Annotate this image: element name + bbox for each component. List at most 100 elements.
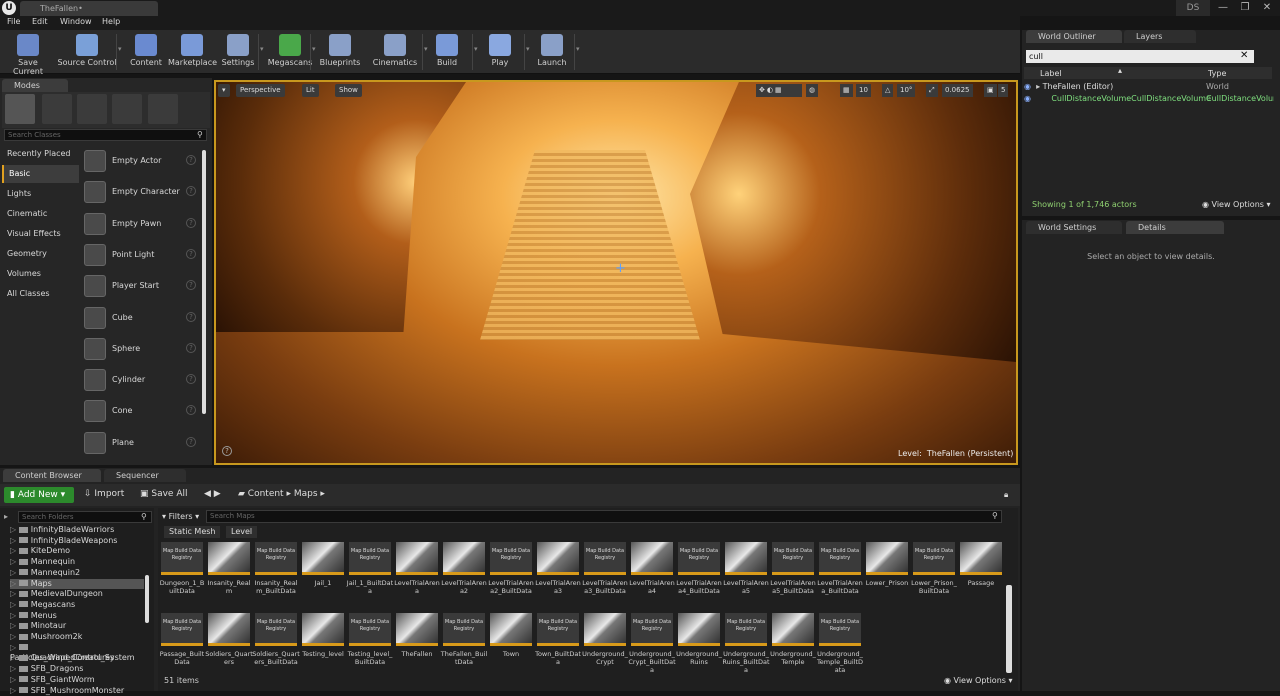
outliner-view-options[interactable]: ◉ View Options ▾	[1202, 200, 1271, 209]
toolbar-dropdown-icon[interactable]: ▾	[116, 34, 122, 70]
toolbar-dropdown-icon[interactable]: ▾	[310, 34, 316, 70]
menu-help[interactable]: Help	[102, 17, 120, 26]
toolbar-marketplace-button[interactable]: Marketplace	[168, 32, 217, 72]
restore-icon[interactable]: ❐	[1234, 0, 1256, 16]
actor-item-empty-actor[interactable]: Empty Actor?	[82, 146, 200, 176]
lit-button[interactable]: Lit	[302, 84, 319, 97]
expand-icon[interactable]: ▷	[10, 557, 19, 566]
history-back-icon[interactable]: ◀ ▶	[204, 489, 221, 499]
filter-pill-level[interactable]: Level	[226, 526, 258, 538]
actor-item-sphere[interactable]: Sphere?	[82, 334, 200, 364]
actor-item-cylinder[interactable]: Cylinder?	[82, 365, 200, 395]
toolbar-dropdown-icon[interactable]: ▾	[472, 34, 478, 70]
outliner-search-input[interactable]: cull	[1026, 50, 1254, 63]
expand-icon[interactable]: ▷	[10, 568, 19, 577]
folder-item[interactable]: ▷ QuadrapedCreatures	[10, 653, 144, 663]
help-icon[interactable]: ?	[186, 374, 196, 385]
tab-content-browser[interactable]: Content Browser	[3, 469, 101, 482]
category-basic[interactable]: Basic	[2, 165, 79, 183]
actor-item-cube[interactable]: Cube?	[82, 303, 200, 333]
tab-layers[interactable]: Layers	[1124, 30, 1196, 43]
asset-tile[interactable]: Soldiers_Quarters	[205, 613, 253, 681]
asset-tile[interactable]: Map Build Data Registry Insanity_Realm_Bu…	[255, 542, 298, 610]
menu-file[interactable]: File	[7, 17, 20, 26]
toolbar-blueprints-button[interactable]: Blueprints	[316, 32, 364, 72]
filters-button[interactable]: ▾ Filters ▾	[162, 510, 204, 523]
expand-icon[interactable]: ▷	[10, 653, 19, 662]
expand-icon[interactable]: ▷	[10, 589, 19, 598]
help-icon[interactable]: ?	[186, 186, 196, 197]
expand-icon[interactable]: ▷	[10, 664, 19, 673]
grid-snap-icon[interactable]: ▦	[840, 84, 853, 97]
foliage-mode-icon[interactable]	[112, 94, 142, 124]
asset-tile[interactable]: Map Build Data Registry LevelTrialArena2_…	[488, 542, 534, 610]
expand-icon[interactable]: ▷	[10, 579, 19, 588]
category-cinematic[interactable]: Cinematic	[2, 205, 79, 223]
asset-tile[interactable]: Underground_Ruins	[676, 613, 722, 681]
asset-tile[interactable]: LevelTrialArena3	[535, 542, 581, 610]
rotation-snap-value[interactable]: 10°	[897, 84, 916, 97]
asset-tile[interactable]: Passage	[960, 542, 1002, 610]
scale-snap-icon[interactable]: ⤢	[926, 84, 938, 97]
asset-tile[interactable]: Map Build Data Registry Dungeon_1_BuiltDa…	[160, 542, 204, 610]
actor-item-empty-pawn[interactable]: Empty Pawn?	[82, 209, 200, 239]
toolbar-megascans-button[interactable]: Megascans	[266, 32, 314, 72]
category-visual-effects[interactable]: Visual Effects	[2, 225, 79, 243]
category-volumes[interactable]: Volumes	[2, 265, 79, 283]
import-button[interactable]: ⇩ Import	[84, 489, 124, 499]
help-icon[interactable]: ?	[186, 280, 196, 291]
search-folders-input[interactable]: Search Folders	[18, 511, 152, 523]
actor-item-plane[interactable]: Plane?	[82, 428, 200, 458]
asset-tile[interactable]: Map Build Data Registry LevelTrialArena_B…	[817, 542, 863, 610]
asset-view-options[interactable]: ◉ View Options ▾	[944, 676, 1013, 685]
asset-tile[interactable]: Town	[490, 613, 532, 681]
toolbar-play-button[interactable]: Play	[480, 32, 520, 72]
expand-icon[interactable]: ▷	[10, 675, 19, 684]
asset-tile[interactable]: Map Build Data Registry Underground_Templ…	[817, 613, 863, 681]
place-mode-icon[interactable]	[5, 94, 35, 124]
tab-sequencer[interactable]: Sequencer	[104, 469, 186, 482]
expand-icon[interactable]: ▷	[10, 686, 19, 695]
asset-tile[interactable]: LevelTrialArena2	[441, 542, 487, 610]
landscape-mode-icon[interactable]	[77, 94, 107, 124]
path-content[interactable]: Content	[248, 489, 284, 499]
expand-icon[interactable]: ▷	[10, 611, 19, 620]
asset-tile[interactable]: Map Build Data Registry Town_BuiltData	[535, 613, 581, 681]
folder-item[interactable]: ▷ KiteDemo	[10, 546, 144, 556]
tab-details[interactable]: Details	[1126, 221, 1224, 234]
toolbar-dropdown-icon[interactable]: ▾	[422, 34, 428, 70]
toolbar-cinematics-button[interactable]: Cinematics	[370, 32, 420, 72]
category-geometry[interactable]: Geometry	[2, 245, 79, 263]
column-type[interactable]: Type	[1208, 69, 1226, 78]
folder-item[interactable]: ▷ MedievalDungeon	[10, 589, 144, 599]
asset-tile[interactable]: LevelTrialArena	[394, 542, 440, 610]
scale-snap-value[interactable]: 0.0625	[942, 84, 973, 97]
toolbar-dropdown-icon[interactable]: ▾	[258, 34, 264, 70]
save-all-button[interactable]: ▣ Save All	[140, 489, 188, 499]
asset-view-scrollbar[interactable]	[1006, 585, 1012, 673]
asset-tile[interactable]: Map Build Data Registry Jail_1_BuiltData	[347, 542, 393, 610]
help-icon[interactable]: ?	[186, 248, 196, 259]
path-bar[interactable]: ▰ Content ▸ Maps ▸	[238, 489, 325, 499]
asset-tile[interactable]: Map Build Data Registry Testing_level_Bui…	[348, 613, 392, 681]
help-icon[interactable]: ?	[186, 155, 196, 165]
folder-item[interactable]: ▷ Megascans	[10, 600, 144, 610]
rotation-snap-icon[interactable]: △	[882, 84, 894, 97]
expand-icon[interactable]: ▷	[10, 600, 19, 609]
clear-search-icon[interactable]: ✕	[1240, 50, 1248, 61]
asset-tile[interactable]: Jail_1	[302, 542, 344, 610]
modes-scrollbar[interactable]	[202, 150, 206, 414]
actor-item-cone[interactable]: Cone?	[82, 396, 200, 426]
asset-tile[interactable]: Map Build Data Registry LevelTrialArena4_…	[676, 542, 722, 610]
column-label[interactable]: Label	[1040, 69, 1062, 78]
expand-icon[interactable]: ▷	[10, 643, 19, 652]
asset-tile[interactable]: Lower_Prison	[866, 542, 908, 610]
toolbar-dropdown-icon[interactable]: ▾	[524, 34, 530, 70]
toolbar-dropdown-icon[interactable]: ▾	[574, 34, 580, 70]
folder-item[interactable]: ▷ Maps	[10, 578, 144, 589]
minimize-icon[interactable]: —	[1212, 0, 1234, 16]
actor-item-player-start[interactable]: Player Start?	[82, 271, 200, 301]
viewport-menu-icon[interactable]: ▾	[218, 84, 230, 97]
category-lights[interactable]: Lights	[2, 185, 79, 203]
tab-world-settings[interactable]: World Settings	[1026, 221, 1122, 234]
